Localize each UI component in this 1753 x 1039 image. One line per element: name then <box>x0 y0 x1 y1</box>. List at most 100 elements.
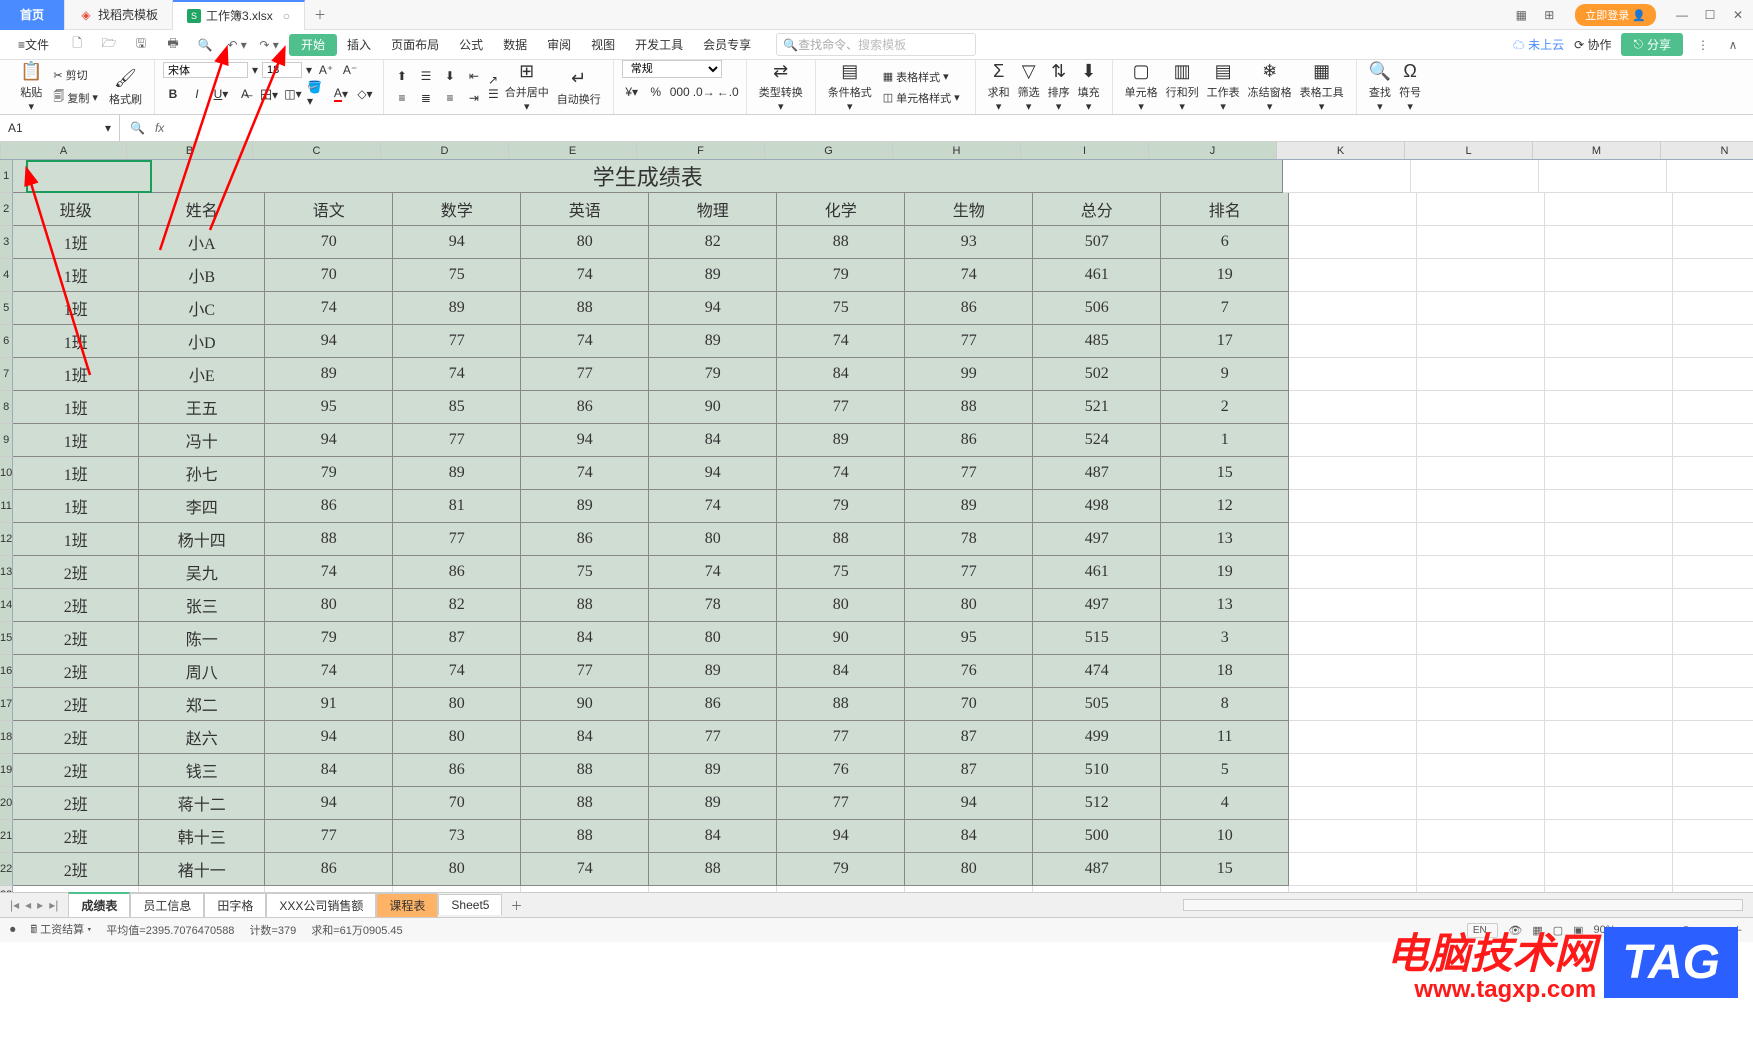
data-cell[interactable]: 2班 <box>13 853 139 886</box>
wrap-button[interactable]: ↵自动换行 <box>553 60 605 114</box>
data-cell[interactable]: 498 <box>1033 490 1161 523</box>
percent-icon[interactable]: % <box>646 82 666 102</box>
data-cell[interactable]: 70 <box>393 787 521 820</box>
menu-review[interactable]: 审阅 <box>537 30 581 60</box>
align-center-icon[interactable]: ≣ <box>416 88 436 108</box>
col-header-K[interactable]: K <box>1277 142 1405 159</box>
find-button[interactable]: 🔍查找▾ <box>1365 60 1395 114</box>
font-size-select[interactable] <box>262 62 302 78</box>
row-header-16[interactable]: 16 <box>0 655 13 688</box>
data-cell[interactable]: 86 <box>905 424 1033 457</box>
data-cell[interactable]: 1班 <box>13 226 139 259</box>
row-header-2[interactable]: 2 <box>0 193 13 226</box>
menu-layout[interactable]: 页面布局 <box>381 30 449 60</box>
data-cell[interactable]: 86 <box>265 853 393 886</box>
row-header-21[interactable]: 21 <box>0 820 13 853</box>
increase-font-icon[interactable]: A⁺ <box>316 60 336 80</box>
italic-icon[interactable]: I <box>187 84 207 104</box>
col-header-D[interactable]: D <box>381 142 509 159</box>
data-cell[interactable]: 88 <box>521 820 649 853</box>
col-header-H[interactable]: H <box>893 142 1021 159</box>
data-cell[interactable]: 3 <box>1161 622 1289 655</box>
data-cell[interactable]: 77 <box>521 358 649 391</box>
symbol-button[interactable]: Ω符号▾ <box>1395 60 1425 114</box>
data-cell[interactable]: 李四 <box>139 490 265 523</box>
data-cell[interactable]: 76 <box>777 754 905 787</box>
data-cell[interactable]: 84 <box>521 622 649 655</box>
data-cell[interactable]: 74 <box>649 556 777 589</box>
col-header-E[interactable]: E <box>509 142 637 159</box>
data-cell[interactable]: 杨十四 <box>139 523 265 556</box>
bold-icon[interactable]: B <box>163 84 183 104</box>
data-cell[interactable]: 500 <box>1033 820 1161 853</box>
grid-icon[interactable]: ▦ <box>1511 5 1531 25</box>
data-cell[interactable]: 78 <box>905 523 1033 556</box>
data-cell[interactable]: 74 <box>521 457 649 490</box>
data-cell[interactable]: 19 <box>1161 556 1289 589</box>
data-cell[interactable]: 1班 <box>13 259 139 292</box>
header-cell[interactable]: 语文 <box>265 193 393 226</box>
close-icon[interactable]: ✕ <box>1728 5 1748 25</box>
data-cell[interactable]: 77 <box>393 325 521 358</box>
data-cell[interactable]: 90 <box>649 391 777 424</box>
data-cell[interactable]: 75 <box>777 556 905 589</box>
align-mid-icon[interactable]: ☰ <box>416 66 436 86</box>
redo-icon[interactable]: ↷ ▾ <box>259 35 279 55</box>
add-sheet-icon[interactable]: ＋ <box>502 897 530 914</box>
data-cell[interactable]: 94 <box>905 787 1033 820</box>
row-header-12[interactable]: 12 <box>0 523 13 556</box>
data-cell[interactable]: 75 <box>777 292 905 325</box>
data-cell[interactable]: 512 <box>1033 787 1161 820</box>
data-cell[interactable]: 17 <box>1161 325 1289 358</box>
sheet-tab-1[interactable]: 员工信息 <box>130 893 204 917</box>
data-cell[interactable]: 89 <box>265 358 393 391</box>
data-cell[interactable]: 79 <box>777 853 905 886</box>
header-cell[interactable]: 化学 <box>777 193 905 226</box>
print-icon[interactable]: 🖶 <box>163 35 183 55</box>
data-cell[interactable]: 74 <box>265 655 393 688</box>
row-header-15[interactable]: 15 <box>0 622 13 655</box>
data-cell[interactable]: 80 <box>393 721 521 754</box>
data-cell[interactable]: 86 <box>393 754 521 787</box>
data-cell[interactable]: 1班 <box>13 292 139 325</box>
name-box[interactable]: A1▾ <box>0 115 120 141</box>
sheet-tab-4[interactable]: 课程表 <box>376 893 438 917</box>
data-cell[interactable]: 94 <box>265 721 393 754</box>
data-cell[interactable]: 89 <box>393 292 521 325</box>
data-cell[interactable]: 79 <box>649 358 777 391</box>
data-cell[interactable]: 冯十 <box>139 424 265 457</box>
data-cell[interactable]: 94 <box>521 424 649 457</box>
data-cell[interactable]: 周八 <box>139 655 265 688</box>
data-cell[interactable]: 2班 <box>13 589 139 622</box>
data-cell[interactable]: 497 <box>1033 523 1161 556</box>
data-cell[interactable]: 88 <box>521 589 649 622</box>
comma-icon[interactable]: 000 <box>670 82 690 102</box>
data-cell[interactable]: 497 <box>1033 589 1161 622</box>
data-cell[interactable]: 18 <box>1161 655 1289 688</box>
data-cell[interactable]: 502 <box>1033 358 1161 391</box>
data-cell[interactable]: 郑二 <box>139 688 265 721</box>
header-cell[interactable]: 物理 <box>649 193 777 226</box>
data-cell[interactable]: 小E <box>139 358 265 391</box>
data-cell[interactable]: 89 <box>649 655 777 688</box>
data-cell[interactable]: 7 <box>1161 292 1289 325</box>
data-cell[interactable]: 88 <box>777 226 905 259</box>
data-cell[interactable]: 80 <box>393 688 521 721</box>
sheet-last-icon[interactable]: ▸| <box>49 898 58 912</box>
data-cell[interactable]: 9 <box>1161 358 1289 391</box>
data-cell[interactable]: 84 <box>265 754 393 787</box>
menu-view[interactable]: 视图 <box>581 30 625 60</box>
row-header-23[interactable]: 23 <box>0 886 13 892</box>
sheet-tab-5[interactable]: Sheet5 <box>438 894 502 915</box>
search-box[interactable]: 🔍 查找命令、搜索模板 <box>776 33 976 56</box>
data-cell[interactable]: 74 <box>521 325 649 358</box>
data-cell[interactable]: 74 <box>521 259 649 292</box>
row-header-10[interactable]: 10 <box>0 457 13 490</box>
data-cell[interactable]: 15 <box>1161 457 1289 490</box>
data-cell[interactable]: 韩十三 <box>139 820 265 853</box>
data-cell[interactable]: 86 <box>265 490 393 523</box>
type-convert-button[interactable]: ⇄类型转换▾ <box>755 60 807 114</box>
data-cell[interactable]: 84 <box>649 820 777 853</box>
data-cell[interactable]: 77 <box>905 457 1033 490</box>
data-cell[interactable]: 89 <box>649 754 777 787</box>
